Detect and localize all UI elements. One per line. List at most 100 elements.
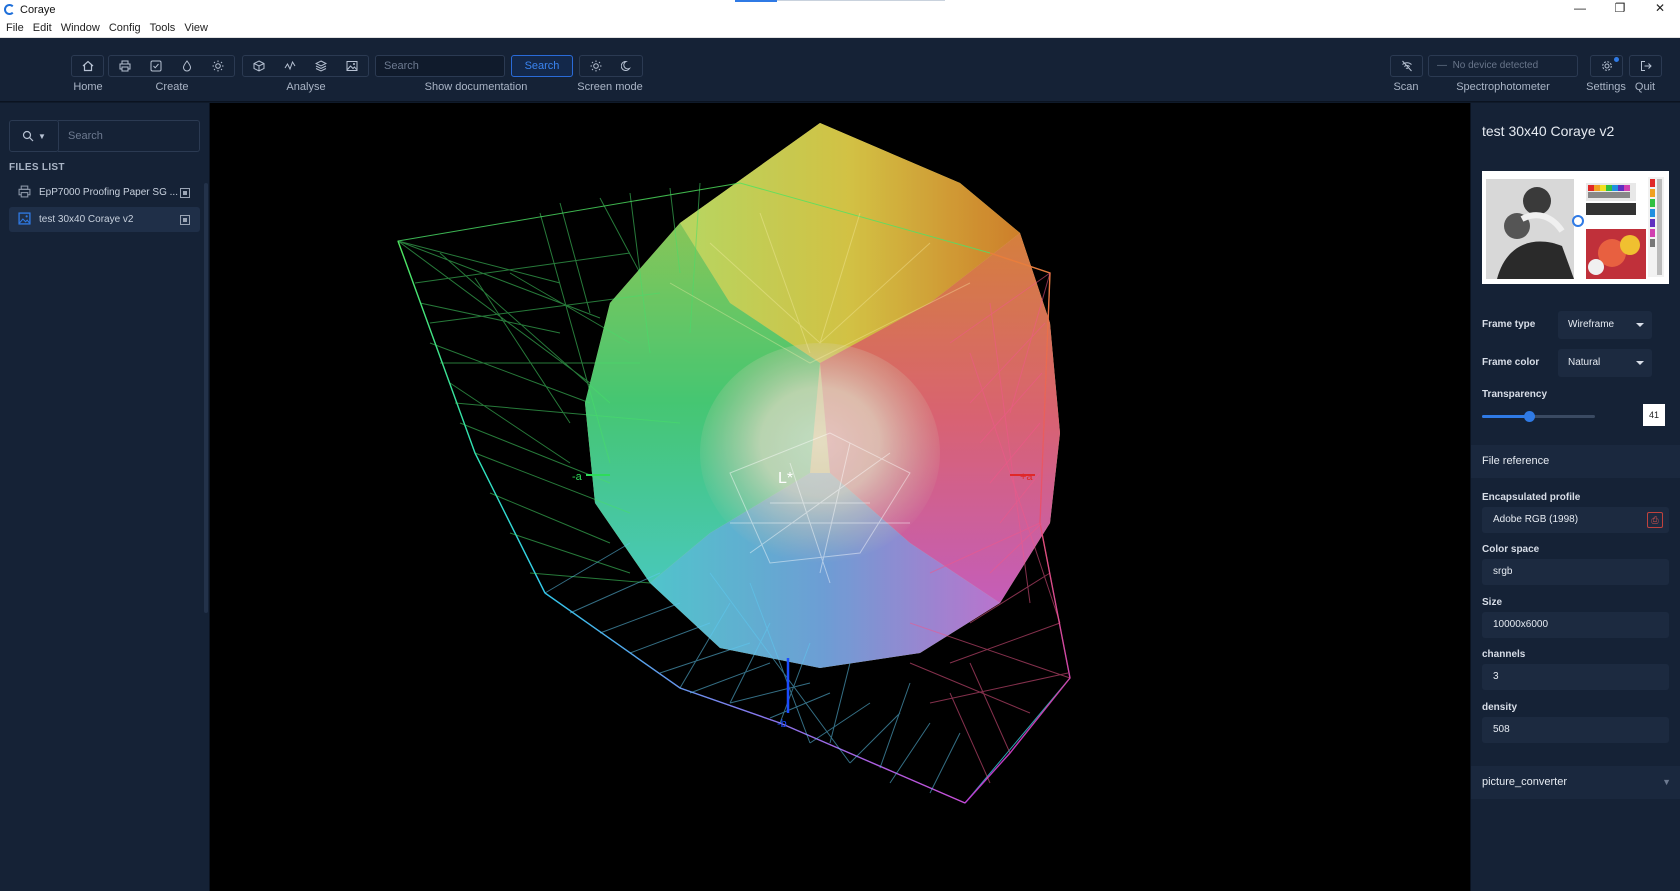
properties-panel: test 30x40 Coraye v2 Frame type Wirefram… — [1470, 103, 1680, 891]
menu-tools[interactable]: Tools — [150, 22, 176, 34]
chevron-down-icon — [1636, 323, 1644, 327]
color-space-label: Color space — [1482, 544, 1540, 555]
checklist-icon[interactable] — [140, 56, 171, 76]
panel-title: test 30x40 Coraye v2 — [1482, 123, 1615, 139]
gamut-solid — [585, 123, 1060, 668]
chevron-down-icon: ▼ — [1662, 777, 1671, 787]
color-space-field: srgb — [1482, 559, 1669, 585]
cube-icon[interactable] — [243, 56, 274, 76]
file-search-input[interactable]: Search — [58, 120, 200, 152]
gamut-3d-viewer[interactable]: L* -a +a -b — [210, 103, 1470, 891]
menu-window[interactable]: Window — [61, 22, 100, 34]
logout-icon[interactable] — [1630, 56, 1661, 76]
title-bar: Coraye — ❐ ✕ — [0, 0, 1680, 19]
file-name: EpP7000 Proofing Paper SG ... — [39, 187, 178, 198]
file-select-checkbox[interactable] — [180, 187, 190, 198]
device-minus-icon: — — [1437, 60, 1453, 71]
frame-type-select[interactable]: Wireframe — [1558, 311, 1652, 339]
home-icon[interactable] — [72, 56, 103, 76]
file-item[interactable]: EpP7000 Proofing Paper SG ... — [9, 180, 200, 205]
window-title: Coraye — [20, 3, 56, 16]
layers-icon[interactable] — [305, 56, 336, 76]
doc-search-input[interactable]: Search — [375, 55, 505, 77]
files-sidebar: ▼ Search FILES LIST EpP7000 Proofing Pap… — [0, 103, 210, 891]
screen-mode-group — [579, 55, 643, 77]
transparency-slider-handle[interactable] — [1524, 411, 1535, 422]
analyse-label: Analyse — [286, 81, 326, 93]
doc-search-button[interactable]: Search — [511, 55, 573, 77]
spectrophotometer-label: Spectrophotometer — [1456, 81, 1550, 93]
file-select-checkbox[interactable] — [180, 214, 190, 225]
files-list-title: FILES LIST — [9, 162, 65, 173]
file-name: test 30x40 Coraye v2 — [39, 214, 134, 225]
frame-color-value: Natural — [1568, 357, 1601, 368]
scan-off-icon[interactable] — [1391, 56, 1422, 76]
frame-type-label: Frame type — [1482, 319, 1536, 330]
transparency-slider-fill — [1482, 415, 1529, 418]
frame-color-label: Frame color — [1482, 357, 1540, 368]
image-icon[interactable] — [336, 56, 367, 76]
sun-icon[interactable] — [580, 56, 611, 76]
settings-label: Settings — [1586, 81, 1626, 93]
loading-indicator — [735, 0, 777, 2]
transparency-label: Transparency — [1482, 389, 1548, 400]
drop-icon[interactable] — [171, 56, 202, 76]
chevron-down-icon: ▼ — [38, 131, 46, 141]
file-reference-section[interactable]: File reference — [1471, 445, 1680, 478]
density-field: 508 — [1482, 717, 1669, 743]
quit-label: Quit — [1634, 81, 1656, 93]
menu-file[interactable]: File — [6, 22, 24, 34]
loading-indicator-track — [777, 0, 945, 1]
transparency-slider[interactable] — [1482, 411, 1595, 422]
home-label: Home — [73, 81, 103, 93]
axis-l-label: L* — [778, 470, 793, 487]
printer-icon[interactable] — [109, 56, 140, 76]
screen-mode-label: Screen mode — [577, 81, 643, 93]
size-field: 10000x6000 — [1482, 612, 1669, 638]
scan-label: Scan — [1393, 81, 1419, 93]
menu-config[interactable]: Config — [109, 22, 141, 34]
menu-edit[interactable]: Edit — [33, 22, 52, 34]
axis-minus-b-label: -b — [777, 718, 787, 730]
axis-plus-a-label: +a — [1020, 471, 1033, 483]
frame-color-select[interactable]: Natural — [1558, 349, 1652, 377]
minimize-button[interactable]: — — [1560, 0, 1600, 19]
picture-converter-section[interactable]: picture_converter ▼ — [1471, 766, 1680, 799]
scan-group — [1390, 55, 1423, 77]
show-documentation-label[interactable]: Show documentation — [412, 81, 540, 93]
analyse-group — [242, 55, 369, 77]
close-button[interactable]: ✕ — [1640, 0, 1680, 19]
size-label: Size — [1482, 597, 1503, 608]
light-icon[interactable] — [202, 56, 233, 76]
menu-view[interactable]: View — [184, 22, 208, 34]
axis-minus-a-label: -a — [572, 471, 583, 483]
device-status-text: No device detected — [1452, 60, 1539, 71]
encapsulated-profile-value: Adobe RGB (1998) — [1493, 514, 1579, 525]
profile-printer-button[interactable]: ⎙ — [1647, 512, 1663, 528]
image-thumbnail[interactable] — [1482, 171, 1669, 284]
quit-group — [1629, 55, 1662, 77]
channels-field: 3 — [1482, 664, 1669, 690]
file-item[interactable]: test 30x40 Coraye v2 — [9, 207, 200, 232]
encapsulated-profile-field: Adobe RGB (1998) ⎙ — [1482, 507, 1669, 533]
moon-icon[interactable] — [611, 56, 642, 76]
encapsulated-profile-label: Encapsulated profile — [1482, 492, 1581, 503]
image-icon — [9, 211, 39, 228]
create-group — [108, 55, 235, 77]
gamut-render: L* -a +a -b — [397, 123, 1071, 804]
sidebar-scrollbar[interactable] — [204, 183, 208, 613]
channels-label: channels — [1482, 649, 1526, 660]
home-group — [71, 55, 104, 77]
app-logo-icon — [4, 4, 15, 15]
search-filter-button[interactable]: ▼ — [9, 120, 59, 152]
create-label: Create — [155, 81, 189, 93]
picture-converter-title: picture_converter — [1482, 776, 1567, 788]
frame-type-value: Wireframe — [1568, 319, 1615, 330]
density-label: density — [1482, 702, 1518, 713]
curve-icon[interactable] — [274, 56, 305, 76]
menu-bar: File Edit Window Config Tools View — [0, 19, 1680, 38]
restore-button[interactable]: ❐ — [1600, 0, 1640, 19]
printer-icon — [9, 185, 39, 201]
device-status[interactable]: — No device detected — [1428, 55, 1578, 77]
transparency-value[interactable]: 41 — [1643, 404, 1665, 426]
